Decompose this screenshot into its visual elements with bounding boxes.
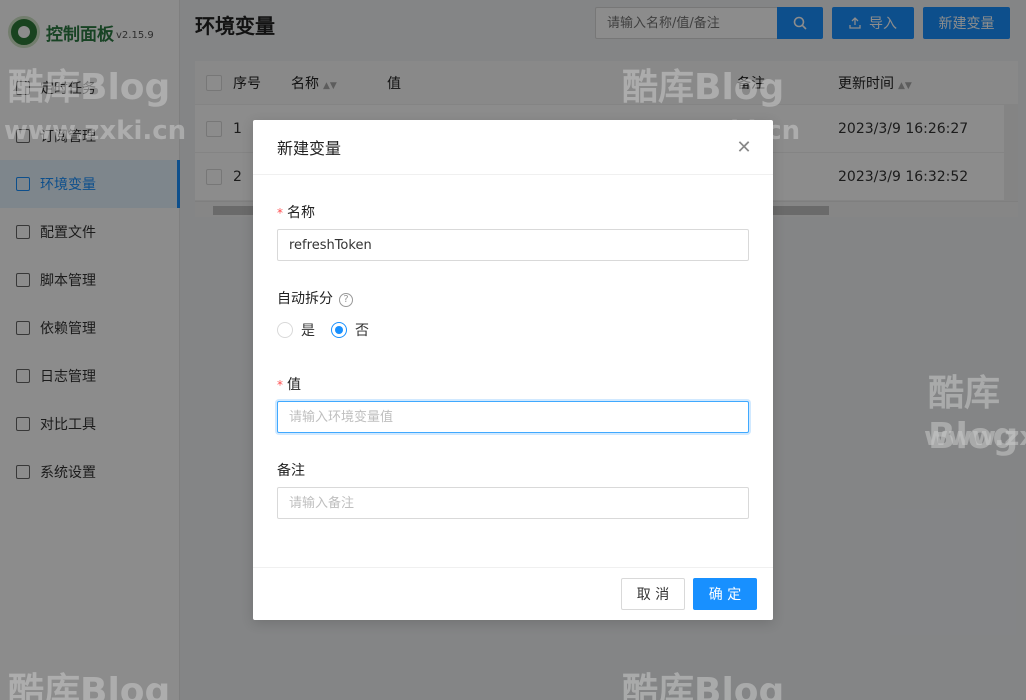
radio-circle	[277, 322, 293, 338]
auto-split-radio-group: 是 否	[277, 320, 385, 340]
radio-circle-checked	[331, 322, 347, 338]
dialog-title: 新建变量	[253, 120, 773, 175]
value-input[interactable]	[277, 401, 749, 433]
required-mark: *	[277, 378, 283, 392]
name-label: * 名称	[277, 205, 315, 221]
close-icon[interactable]: ✕	[733, 136, 755, 158]
remark-input[interactable]	[277, 487, 749, 519]
required-mark: *	[277, 206, 283, 220]
dialog-footer: 取 消 确 定	[253, 567, 773, 620]
ok-button[interactable]: 确 定	[693, 578, 757, 610]
remark-label: 备注	[277, 463, 305, 479]
name-input[interactable]	[277, 229, 749, 261]
new-variable-dialog: 新建变量 ✕ *名称 自动拆分? 是 否 *值 备注 取 消 确 定	[253, 120, 773, 620]
value-label: * 值	[277, 377, 301, 393]
radio-no[interactable]: 否	[331, 320, 369, 340]
help-icon[interactable]: ?	[339, 292, 353, 307]
cancel-button[interactable]: 取 消	[621, 578, 685, 610]
auto-split-label: 自动拆分?	[277, 288, 353, 308]
radio-yes[interactable]: 是	[277, 320, 315, 340]
